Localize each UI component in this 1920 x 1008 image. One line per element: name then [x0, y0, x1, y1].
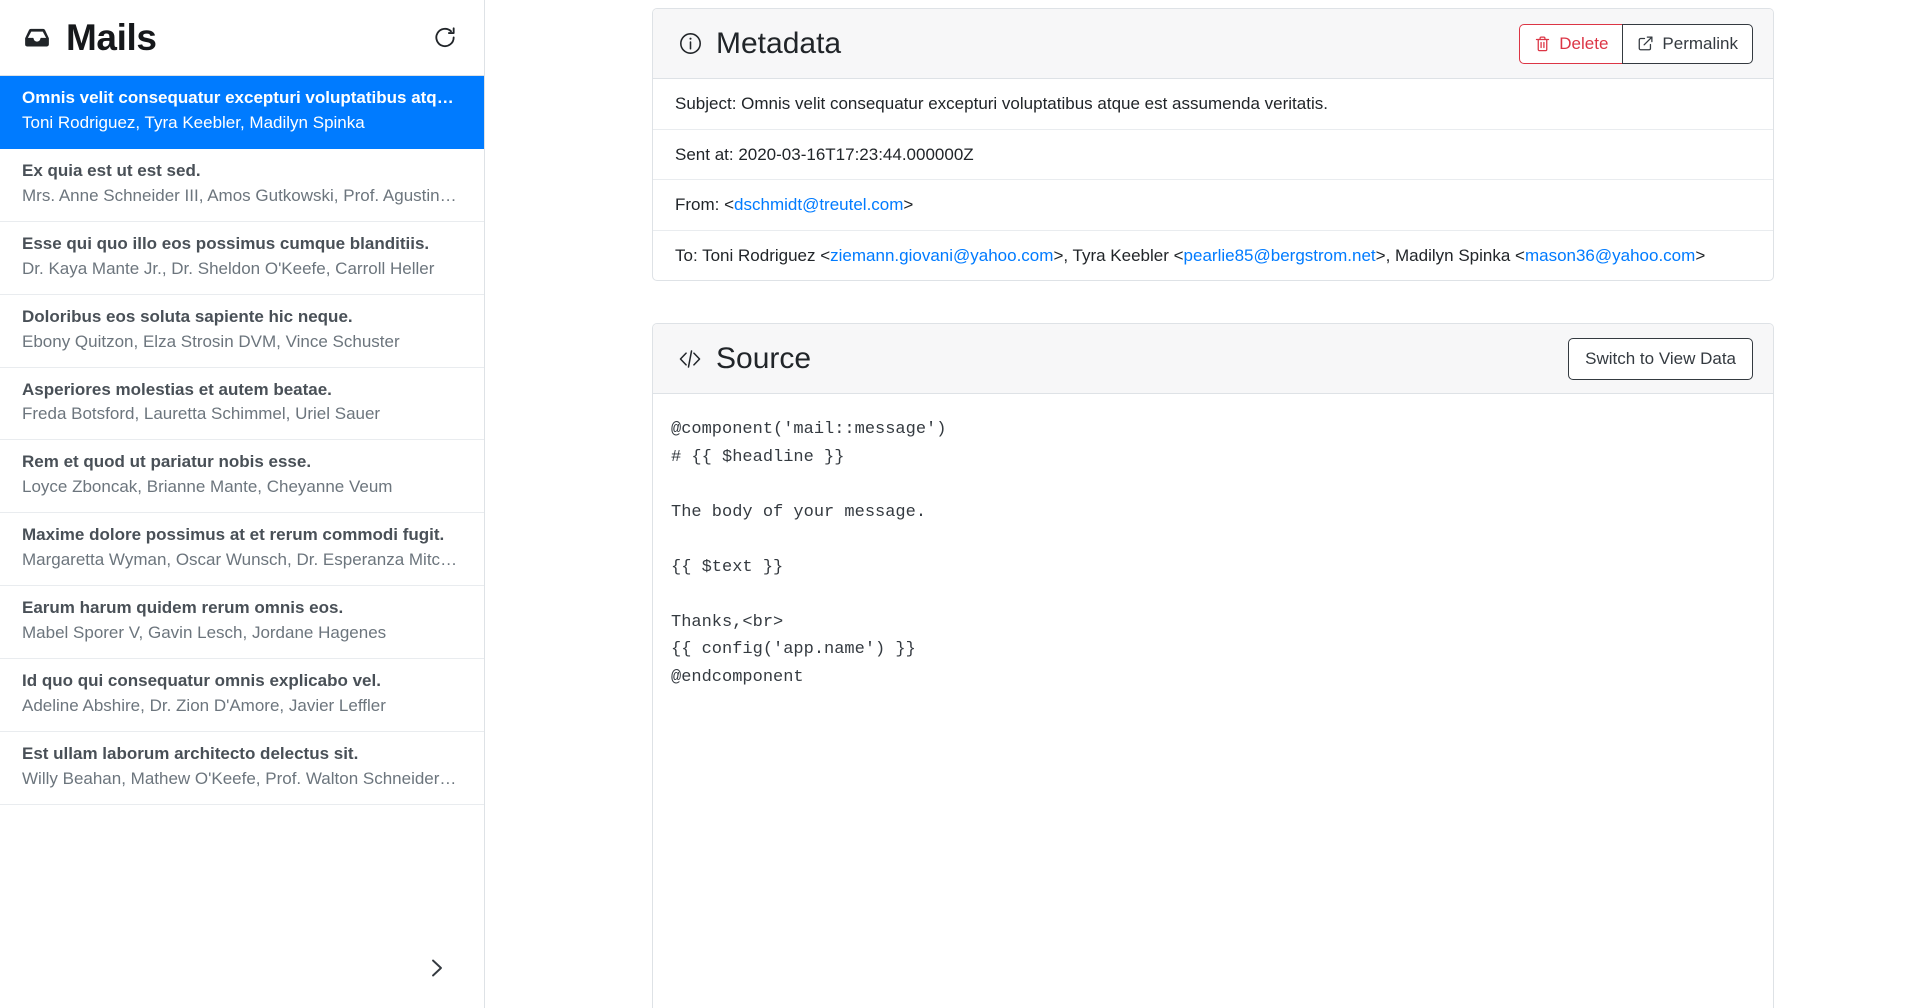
list-item[interactable]: Rem et quod ut pariatur nobis esse. Loyc…	[0, 440, 484, 514]
mail-subject: Maxime dolore possimus at et rerum commo…	[22, 525, 445, 545]
inbox-icon	[20, 21, 54, 55]
metadata-card: Metadata Delete Permalink Subject: Omnis…	[652, 8, 1774, 281]
from-email-link[interactable]: dschmidt@treutel.com	[734, 195, 903, 214]
metadata-to-close: >	[1695, 245, 1706, 265]
metadata-card-header: Metadata Delete Permalink	[653, 9, 1773, 79]
list-item[interactable]: Ex quia est ut est sed. Mrs. Anne Schnei…	[0, 148, 484, 222]
metadata-to-sep-1: >, Tyra Keebler <	[1053, 245, 1184, 265]
mail-recipients: Mabel Sporer V, Gavin Lesch, Jordane Hag…	[22, 623, 387, 643]
sidebar-header: Mails	[0, 0, 484, 76]
mail-subject: Ex quia est ut est sed.	[22, 160, 201, 180]
refresh-icon[interactable]	[428, 21, 462, 55]
switch-button-label: Switch to View Data	[1585, 349, 1736, 368]
list-item[interactable]: Doloribus eos soluta sapiente hic neque.…	[0, 294, 484, 368]
mail-recipients: Ebony Quitzon, Elza Strosin DVM, Vince S…	[22, 331, 400, 351]
list-item[interactable]: Est ullam laborum architecto delectus si…	[0, 731, 484, 805]
to-email-link-1[interactable]: ziemann.giovani@yahoo.com	[830, 246, 1053, 265]
list-item[interactable]: Esse qui quo illo eos possimus cumque bl…	[0, 221, 484, 295]
mail-sidebar: Mails Omnis velit consequatur excepturi …	[0, 0, 485, 1008]
list-item[interactable]: Earum harum quidem rerum omnis eos. Mabe…	[0, 586, 484, 659]
permalink-button[interactable]: Permalink	[1622, 23, 1753, 64]
mail-subject: Rem et quod ut pariatur nobis esse.	[22, 452, 312, 472]
mail-recipients: Margaretta Wyman, Oscar Wunsch, Dr. Espe…	[22, 550, 460, 570]
delete-button[interactable]: Delete	[1519, 23, 1623, 64]
info-circle-icon	[677, 31, 703, 57]
list-item[interactable]: Omnis velit consequatur excepturi volupt…	[0, 76, 484, 149]
to-email-link-3[interactable]: mason36@yahoo.com	[1525, 246, 1695, 265]
permalink-button-label: Permalink	[1662, 34, 1738, 53]
metadata-title-wrap: Metadata	[677, 26, 1519, 60]
to-email-link-2[interactable]: pearlie85@bergstrom.net	[1184, 246, 1376, 265]
mail-subject: Earum harum quidem rerum omnis eos.	[22, 598, 344, 618]
mail-subject: Est ullam laborum architecto delectus si…	[22, 743, 359, 763]
metadata-row-subject: Subject: Omnis velit consequatur exceptu…	[653, 79, 1773, 130]
metadata-title: Metadata	[716, 26, 842, 60]
source-title: Source	[716, 341, 812, 375]
metadata-to-label: To: Toni Rodriguez <	[675, 245, 831, 265]
list-item[interactable]: Maxime dolore possimus at et rerum commo…	[0, 513, 484, 587]
source-card-header: Source Switch to View Data	[653, 324, 1773, 394]
mail-subject: Esse qui quo illo eos possimus cumque bl…	[22, 233, 430, 253]
metadata-row-from: From: <dschmidt@treutel.com>	[653, 180, 1773, 231]
main-content: Metadata Delete Permalink Subject: Omnis…	[485, 0, 1920, 1008]
code-brackets-icon	[677, 346, 703, 372]
mail-recipients: Freda Botsford, Lauretta Schimmel, Uriel…	[22, 404, 381, 424]
external-link-icon	[1637, 35, 1654, 52]
list-item[interactable]: Id quo qui consequatur omnis explicabo v…	[0, 659, 484, 732]
mail-list: Omnis velit consequatur excepturi volupt…	[0, 76, 484, 1008]
metadata-from-label: From: <	[675, 195, 735, 214]
list-item[interactable]: Asperiores molestias et autem beatae. Fr…	[0, 367, 484, 441]
metadata-actions: Delete Permalink	[1519, 23, 1753, 64]
metadata-row-to: To: Toni Rodriguez <ziemann.giovani@yaho…	[653, 231, 1773, 281]
mail-subject: Doloribus eos soluta sapiente hic neque.	[22, 306, 353, 326]
metadata-subject-value: Subject: Omnis velit consequatur exceptu…	[675, 94, 1328, 113]
metadata-sent-at-value: Sent at: 2020-03-16T17:23:44.000000Z	[675, 144, 974, 164]
mail-recipients: Adeline Abshire, Dr. Zion D'Amore, Javie…	[22, 695, 386, 715]
mail-recipients: Loyce Zboncak, Brianne Mante, Cheyanne V…	[22, 477, 393, 497]
metadata-to-sep-2: >, Madilyn Spinka <	[1375, 245, 1525, 265]
page-title: Mails	[66, 17, 157, 58]
mail-subject: Id quo qui consequatur omnis explicabo v…	[22, 671, 381, 690]
mail-recipients: Willy Beahan, Mathew O'Keefe, Prof. Walt…	[22, 768, 460, 788]
delete-button-label: Delete	[1559, 34, 1609, 53]
source-code: @component('mail::message') # {{ $headli…	[671, 420, 947, 687]
source-card: Source Switch to View Data @component('m…	[652, 323, 1774, 1008]
mail-subject: Asperiores molestias et autem beatae.	[22, 379, 332, 399]
app-root: Mails Omnis velit consequatur excepturi …	[0, 0, 1920, 1008]
trash-icon	[1534, 35, 1551, 52]
metadata-from-close: >	[903, 195, 914, 214]
metadata-row-sent-at: Sent at: 2020-03-16T17:23:44.000000Z	[653, 130, 1773, 180]
source-body: @component('mail::message') # {{ $headli…	[653, 394, 1773, 1008]
chevron-right-icon[interactable]	[419, 951, 453, 985]
mail-recipients: Toni Rodriguez, Tyra Keebler, Madilyn Sp…	[22, 112, 365, 132]
mail-recipients: Mrs. Anne Schneider III, Amos Gutkowski,…	[22, 185, 460, 205]
mail-subject: Omnis velit consequatur excepturi volupt…	[22, 88, 460, 107]
switch-to-view-data-button[interactable]: Switch to View Data	[1568, 337, 1753, 380]
mail-recipients: Dr. Kaya Mante Jr., Dr. Sheldon O'Keefe,…	[22, 258, 435, 278]
pagination	[0, 928, 485, 1008]
source-title-wrap: Source	[677, 341, 1568, 375]
